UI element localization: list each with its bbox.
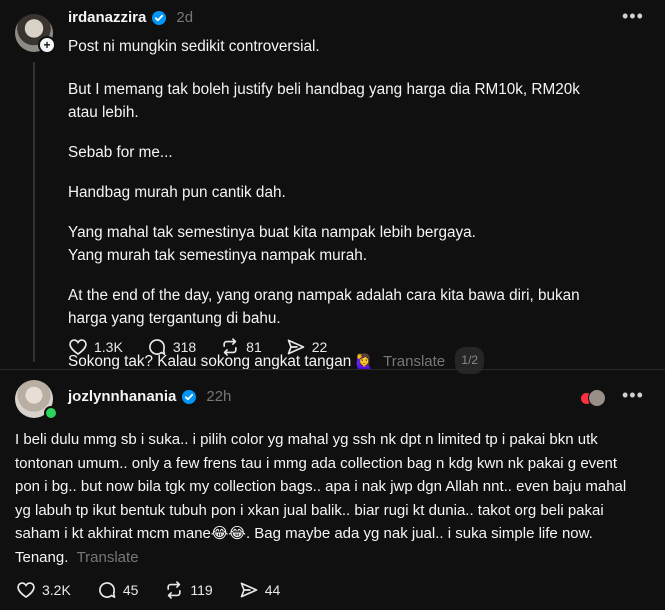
verified-badge-icon [152,10,167,25]
post-body: Post ni mungkin sedikit controversial. B… [68,35,628,374]
share-send-icon [240,582,258,598]
paragraph: Post ni mungkin sedikit controversial. [68,38,320,55]
post-actions: 3.2K 45 119 44 [16,580,280,600]
reply-bubble-icon [98,582,116,598]
share-count: 44 [264,582,281,598]
raising-hand-emoji: 🙋‍♀️ [355,353,373,369]
translate-link[interactable]: Translate [77,549,139,566]
post-time[interactable]: 22h [206,388,231,405]
like-count: 1.3K [94,339,123,355]
post-header: irdanazzira 2d [68,9,193,26]
verified-badge-icon [182,389,197,404]
more-dots-icon[interactable]: ••• [622,6,644,27]
share-send-icon [287,339,305,355]
paragraph: Yang mahal tak semestinya buat kita namp… [68,224,476,264]
repost-button[interactable]: 119 [164,580,213,600]
post-actions: 1.3K 318 81 22 [68,337,327,357]
paragraph: Sebab for me... [68,144,173,161]
comment-text: I beli dulu mmg sb i suka.. i pilih colo… [15,428,645,569]
repost-count: 119 [190,582,213,598]
like-button[interactable]: 3.2K [16,580,71,600]
reply-bubble-icon [148,339,166,355]
translate-link[interactable]: Translate [383,353,445,370]
follow-plus-icon[interactable]: + [38,36,56,54]
like-count: 3.2K [42,582,71,598]
repost-icon [223,338,237,356]
liked-by-author-icon [581,389,606,407]
username[interactable]: jozlynnhanania [68,388,176,405]
comment-body: I beli dulu mmg sb i suka.. i pilih colo… [15,431,627,566]
repost-button[interactable]: 81 [220,337,262,357]
username[interactable]: irdanazzira [68,9,146,26]
share-button[interactable]: 22 [286,337,328,357]
post-header: jozlynnhanania 22h [68,388,231,405]
post-time[interactable]: 2d [176,9,193,26]
like-button[interactable]: 1.3K [68,337,123,357]
paragraph: But I memang tak boleh justify beli hand… [68,81,580,121]
online-status-icon [44,406,58,420]
reply-count: 45 [122,582,139,598]
reply-button[interactable]: 45 [97,580,139,600]
heart-icon [69,339,87,356]
thread-line [33,62,35,362]
paragraph: At the end of the day, yang orang nampak… [68,287,580,327]
divider [0,369,665,370]
repost-count: 81 [246,339,262,355]
heart-icon [17,582,35,599]
reply-count: 318 [172,339,197,355]
more-dots-icon[interactable]: ••• [622,385,644,406]
paragraph: Handbag murah pun cantik dah. [68,184,286,201]
repost-icon [167,581,182,599]
reply-button[interactable]: 318 [147,337,196,357]
share-button[interactable]: 44 [239,580,281,600]
share-count: 22 [311,339,328,355]
